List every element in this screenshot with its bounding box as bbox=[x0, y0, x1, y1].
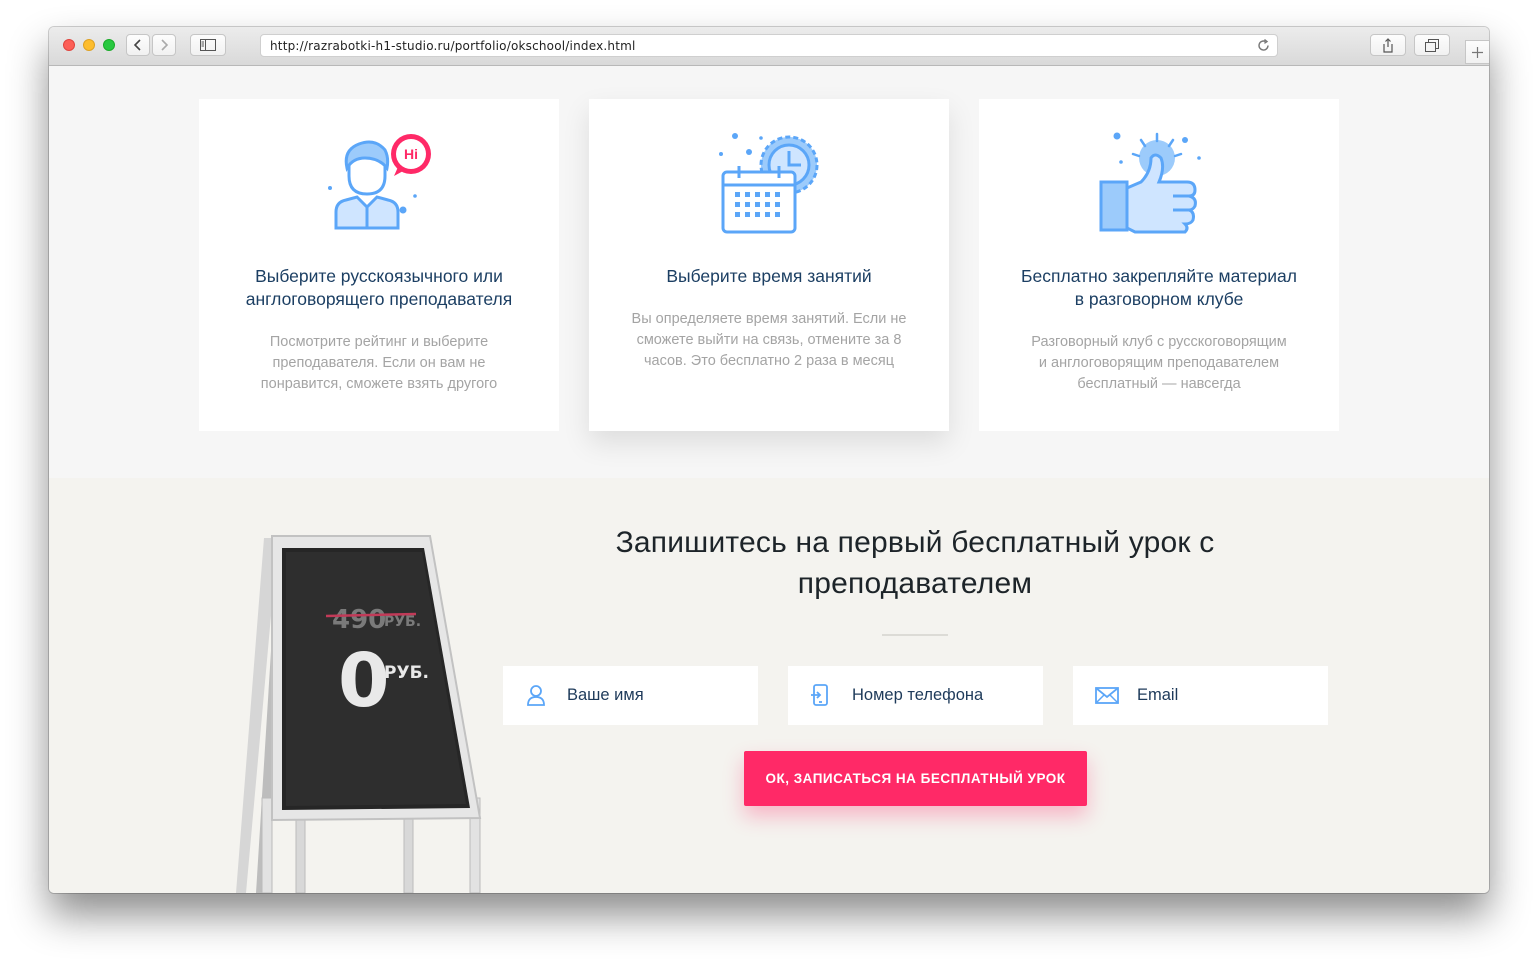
chevron-left-icon bbox=[133, 39, 141, 51]
new-tab-button[interactable] bbox=[1465, 40, 1489, 64]
feature-desc-line: преподавателя. Если он вам не bbox=[272, 355, 486, 371]
minimize-window-button[interactable] bbox=[83, 39, 95, 51]
features-section: Hi Выберите русскоязычного или англогово… bbox=[49, 66, 1489, 478]
browser-window: http://razrabotki-h1-studio.ru/portfolio… bbox=[49, 27, 1489, 893]
feature-title: Выберите время занятий bbox=[609, 265, 929, 288]
feature-card-schedule: Выберите время занятий Вы определяете вр… bbox=[589, 99, 949, 431]
signup-section: 490 РУБ. 0 РУБ. Запишитесь на первый бес… bbox=[49, 478, 1489, 893]
url-text: http://razrabotki-h1-studio.ru/portfolio… bbox=[270, 39, 636, 53]
back-button[interactable] bbox=[126, 34, 150, 56]
feature-desc-line: и англоговорящим преподавателем bbox=[1038, 355, 1280, 371]
feature-desc-line: бесплатный — навсегда bbox=[1077, 376, 1241, 392]
signup-submit-button[interactable]: ОК, ЗАПИСАТЬСЯ НА БЕСПЛАТНЫЙ УРОК bbox=[744, 751, 1087, 806]
old-currency-text: РУБ. bbox=[384, 614, 421, 630]
feature-title: Бесплатно закрепляйте материал в разгово… bbox=[999, 265, 1319, 311]
share-icon bbox=[1383, 37, 1393, 53]
feature-card-teacher: Hi Выберите русскоязычного или англогово… bbox=[199, 99, 559, 431]
address-bar[interactable]: http://razrabotki-h1-studio.ru/portfolio… bbox=[260, 34, 1278, 57]
chevron-right-icon bbox=[161, 39, 169, 51]
tabs-overview-button[interactable] bbox=[1414, 34, 1450, 56]
chalkboard-easel-illustration: 490 РУБ. 0 РУБ. bbox=[236, 535, 482, 893]
web-page: Hi Выберите русскоязычного или англогово… bbox=[49, 66, 1489, 893]
feature-desc-line: Вы определяете время занятий. Если не bbox=[631, 311, 907, 327]
thumbs-up-icon bbox=[1099, 132, 1201, 234]
feature-desc-line: Посмотрите рейтинг и выберите bbox=[269, 334, 489, 350]
feature-desc-line: Разговорный клуб с русскоговорящим bbox=[1031, 334, 1287, 350]
feature-desc-line: сможете выйти на связь, отмените за 8 bbox=[636, 332, 902, 348]
teacher-hi-icon: Hi bbox=[328, 134, 431, 230]
feature-description: Вы определяете время занятий. Если не см… bbox=[629, 309, 909, 372]
sidebar-toggle-button[interactable] bbox=[190, 34, 226, 56]
old-price-text: 490 bbox=[332, 605, 386, 635]
name-input[interactable] bbox=[567, 666, 747, 725]
tabs-icon bbox=[1425, 38, 1439, 52]
sidebar-icon bbox=[200, 39, 216, 51]
reload-icon[interactable] bbox=[1256, 38, 1271, 53]
phone-icon bbox=[811, 684, 828, 706]
signup-title-line: преподавателем bbox=[797, 567, 1033, 600]
browser-toolbar: http://razrabotki-h1-studio.ru/portfolio… bbox=[49, 27, 1489, 66]
feature-description: Разговорный клуб с русскоговорящим и анг… bbox=[1019, 332, 1299, 395]
feature-title-line: англоговорящего преподавателя bbox=[245, 289, 513, 309]
feature-title: Выберите русскоязычного или англоговорящ… bbox=[219, 265, 539, 311]
phone-input[interactable] bbox=[852, 666, 1032, 725]
title-divider bbox=[882, 634, 948, 636]
feature-desc-line: понравится, сможете взять другого bbox=[260, 376, 498, 392]
name-field[interactable] bbox=[503, 666, 758, 725]
user-icon bbox=[527, 685, 545, 706]
feature-title-line: в разговорном клубе bbox=[1074, 289, 1244, 309]
feature-title-line: Бесплатно закрепляйте материал bbox=[1021, 266, 1297, 286]
feature-title-line: Выберите русскоязычного или bbox=[255, 266, 503, 286]
feature-description: Посмотрите рейтинг и выберите преподават… bbox=[239, 332, 519, 395]
new-currency-text: РУБ. bbox=[384, 663, 429, 683]
share-button[interactable] bbox=[1370, 34, 1406, 56]
forward-button[interactable] bbox=[152, 34, 176, 56]
new-price-text: 0 bbox=[338, 638, 390, 724]
hi-badge-text: Hi bbox=[404, 146, 418, 162]
close-window-button[interactable] bbox=[63, 39, 75, 51]
zoom-window-button[interactable] bbox=[103, 39, 115, 51]
signup-title: Запишитесь на первый бесплатный урок с п… bbox=[579, 522, 1251, 604]
calendar-clock-icon bbox=[719, 133, 819, 234]
feature-desc-line: часов. Это бесплатно 2 раза в месяц bbox=[643, 353, 895, 369]
email-field[interactable] bbox=[1073, 666, 1328, 725]
feature-card-club: Бесплатно закрепляйте материал в разгово… bbox=[979, 99, 1339, 431]
plus-icon bbox=[1472, 46, 1483, 58]
signup-title-line: Запишитесь на первый бесплатный урок с bbox=[615, 526, 1215, 559]
feature-title-line: Выберите время занятий bbox=[666, 266, 872, 286]
email-input[interactable] bbox=[1137, 666, 1317, 725]
phone-field[interactable] bbox=[788, 666, 1043, 725]
envelope-icon bbox=[1095, 687, 1119, 704]
